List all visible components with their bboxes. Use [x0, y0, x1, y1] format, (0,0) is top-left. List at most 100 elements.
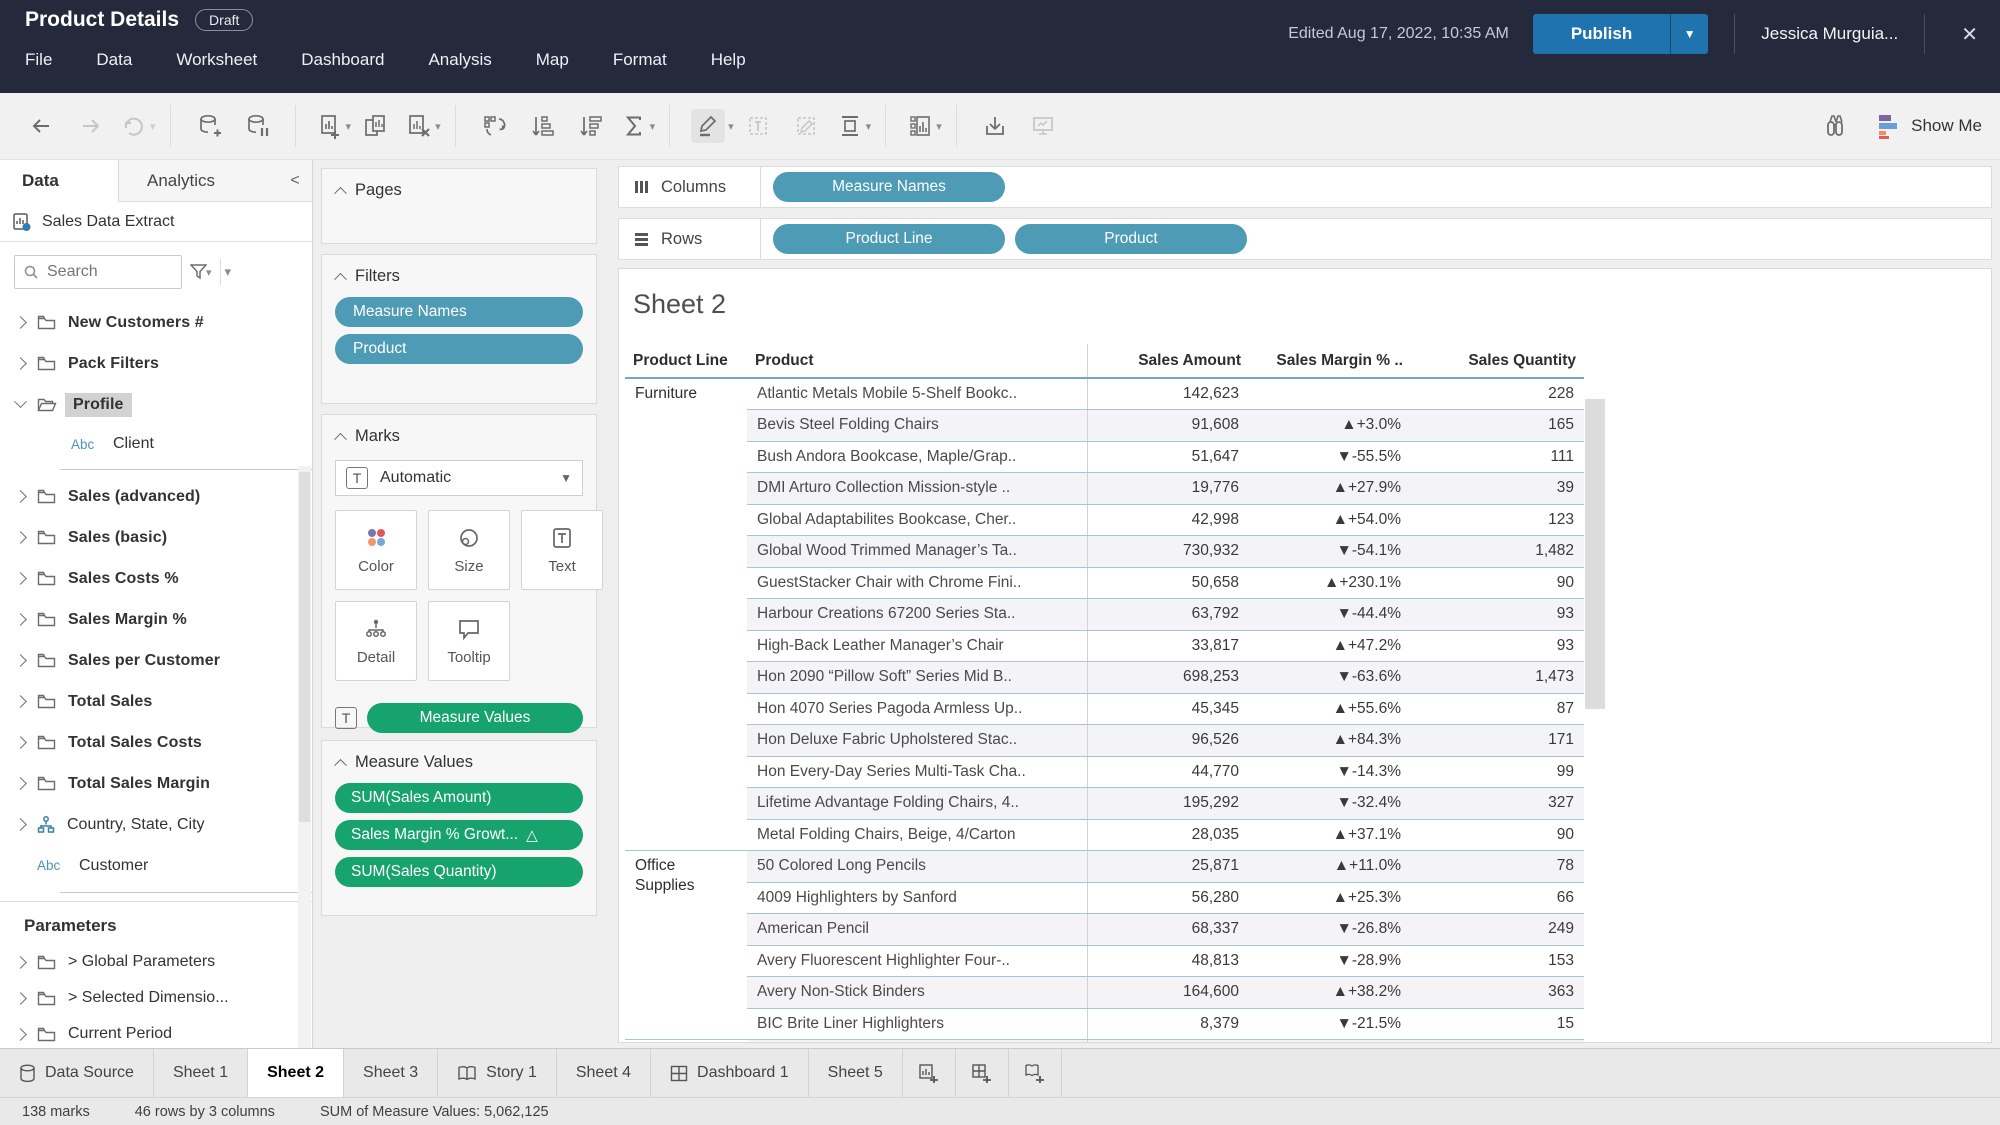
cell-product[interactable]: Global Wood Trimmed Manager’s Ta.. [747, 536, 1087, 568]
fit-dropdown-icon[interactable]: ▾ [936, 120, 942, 133]
replay-dropdown-icon[interactable]: ▾ [150, 120, 156, 133]
undo-icon[interactable] [25, 109, 59, 143]
menu-map[interactable]: Map [536, 50, 569, 70]
cell-sales-amount[interactable]: 51,647 [1087, 441, 1249, 473]
filters-card-title[interactable]: Filters [322, 255, 596, 290]
cell-product[interactable]: Harbour Creations 67200 Series Sta.. [747, 599, 1087, 631]
parameter-selected-dimensio[interactable]: > Selected Dimensio... [0, 980, 312, 1016]
chevron-right-icon[interactable] [14, 992, 27, 1005]
cell-sales-quantity[interactable]: 66 [1411, 882, 1584, 914]
chevron-right-icon[interactable] [14, 1028, 27, 1041]
mark-button-detail[interactable]: Detail [335, 601, 417, 681]
cell-sales-margin[interactable]: ▲+27.9% [1249, 473, 1411, 505]
measure-pill-sales-margin-growt[interactable]: Sales Margin % Growt...△ [335, 820, 583, 850]
cell-sales-quantity[interactable]: 171 [1411, 725, 1584, 757]
cell-sales-margin[interactable]: ▲+47.2% [1249, 630, 1411, 662]
cell-product[interactable]: High-Back Leather Manager’s Chair [747, 630, 1087, 662]
field-sales-per-customer[interactable]: Sales per Customer [0, 640, 312, 681]
cell-size-dropdown-icon[interactable]: ▾ [866, 120, 872, 133]
filter-pill-product[interactable]: Product [335, 334, 583, 364]
find-icon[interactable] [1818, 109, 1852, 143]
chevron-right-icon[interactable] [14, 777, 27, 790]
cell-sales-amount[interactable]: 698,253 [1087, 662, 1249, 694]
chevron-down-icon[interactable] [14, 395, 27, 408]
cell-product[interactable]: Bevis Steel Folding Chairs [747, 410, 1087, 442]
cell-sales-quantity[interactable]: 90 [1411, 567, 1584, 599]
clear-sheet-icon[interactable] [402, 109, 436, 143]
cell-sales-amount[interactable]: 25,871 [1087, 851, 1249, 883]
cell-sales-quantity[interactable]: 327 [1411, 788, 1584, 820]
duplicate-sheet-icon[interactable] [358, 109, 392, 143]
pane-menu-icon[interactable]: ▾ [225, 264, 232, 280]
cell-sales-margin[interactable]: ▼-32.4% [1249, 788, 1411, 820]
cell-sales-margin[interactable]: ▼-14.3% [1249, 756, 1411, 788]
chevron-right-icon[interactable] [14, 531, 27, 544]
cell-sales-margin[interactable]: ▲+3.0% [1249, 410, 1411, 442]
search-input[interactable] [47, 263, 157, 281]
text-shelf-pill[interactable]: Measure Values [367, 703, 583, 733]
pages-card-title[interactable]: Pages [322, 169, 596, 204]
highlight-dropdown-icon[interactable]: ▾ [728, 120, 734, 133]
cell-sales-quantity[interactable]: 15 [1411, 1008, 1584, 1040]
marks-card-title[interactable]: Marks [322, 415, 596, 450]
cell-sales-margin[interactable] [1249, 378, 1411, 410]
column-header-sales-amount[interactable]: Sales Amount [1087, 344, 1249, 378]
mark-button-color[interactable]: Color [335, 510, 417, 590]
measure-pill-sum-sales-quantity[interactable]: SUM(Sales Quantity) [335, 857, 583, 887]
field-client[interactable]: AbcClient [0, 425, 312, 463]
field-total-sales[interactable]: Total Sales [0, 681, 312, 722]
replay-icon[interactable] [117, 109, 151, 143]
collapse-pane-icon[interactable]: < [278, 160, 312, 201]
view-scrollbar[interactable] [1585, 399, 1605, 1039]
cell-sales-amount[interactable]: 96,526 [1087, 725, 1249, 757]
mark-button-text[interactable]: Text [521, 510, 603, 590]
chevron-right-icon[interactable] [14, 736, 27, 749]
field-pack-filters[interactable]: Pack Filters [0, 343, 312, 384]
cell-sales-amount[interactable]: 63,792 [1087, 599, 1249, 631]
cell-product[interactable]: American Pencil [747, 914, 1087, 946]
shelf-pill-product[interactable]: Product [1015, 224, 1247, 254]
clear-dropdown-icon[interactable]: ▾ [435, 120, 441, 133]
cell-sales-quantity[interactable]: 87 [1411, 693, 1584, 725]
shelf-pill-measure-names[interactable]: Measure Names [773, 172, 1005, 202]
cell-sales-quantity[interactable]: 153 [1411, 945, 1584, 977]
cell-sales-margin[interactable]: ▼-63.6% [1249, 662, 1411, 694]
show-mark-labels-icon[interactable] [741, 109, 775, 143]
cell-sales-margin[interactable]: ▼-54.1% [1249, 536, 1411, 568]
tab-data-source[interactable]: Data Source [0, 1049, 154, 1097]
tab-analytics[interactable]: Analytics [118, 160, 278, 201]
cell-sales-margin[interactable]: ▼-44.4% [1249, 599, 1411, 631]
fix-axes-icon[interactable] [789, 109, 823, 143]
cell-sales-margin[interactable]: ▲+230.1% [1249, 567, 1411, 599]
download-icon[interactable] [978, 109, 1012, 143]
cell-sales-amount[interactable]: 91,608 [1087, 410, 1249, 442]
swap-axes-icon[interactable] [477, 109, 511, 143]
chevron-right-icon[interactable] [14, 654, 27, 667]
cell-sales-amount[interactable]: 8,379 [1087, 1008, 1249, 1040]
field-customer[interactable]: AbcCustomer [0, 845, 312, 886]
cell-sales-margin[interactable]: ▲+37.1% [1249, 819, 1411, 851]
field-sales-advanced[interactable]: Sales (advanced) [0, 476, 312, 517]
cell-product[interactable]: 4009 Highlighters by Sanford [747, 882, 1087, 914]
tab-sheet-1[interactable]: Sheet 1 [154, 1049, 248, 1097]
tab-sheet-5[interactable]: Sheet 5 [809, 1049, 903, 1097]
menu-help[interactable]: Help [711, 50, 746, 70]
cell-product[interactable]: Hon Every-Day Series Multi-Task Cha.. [747, 756, 1087, 788]
field-filter-icon[interactable]: ▾ [190, 264, 212, 280]
column-header-product-line[interactable]: Product Line [625, 344, 747, 378]
chevron-right-icon[interactable] [14, 818, 27, 831]
menu-file[interactable]: File [25, 50, 52, 70]
cell-sales-margin[interactable]: ▼-28.9% [1249, 945, 1411, 977]
totals-icon[interactable] [617, 109, 651, 143]
sort-descending-icon[interactable] [573, 109, 607, 143]
mark-button-tooltip[interactable]: Tooltip [428, 601, 510, 681]
cell-sales-amount[interactable]: 50,658 [1087, 567, 1249, 599]
column-header-product[interactable]: Product [747, 344, 1087, 378]
cell-sales-margin[interactable]: ▼-26.8% [1249, 914, 1411, 946]
field-total-sales-costs[interactable]: Total Sales Costs [0, 722, 312, 763]
column-header-sales-quantity[interactable]: Sales Quantity [1411, 344, 1584, 378]
cell-sales-quantity[interactable]: 39 [1411, 473, 1584, 505]
highlight-icon[interactable] [691, 109, 725, 143]
menu-dashboard[interactable]: Dashboard [301, 50, 384, 70]
cell-sales-amount[interactable]: 142,623 [1087, 378, 1249, 410]
